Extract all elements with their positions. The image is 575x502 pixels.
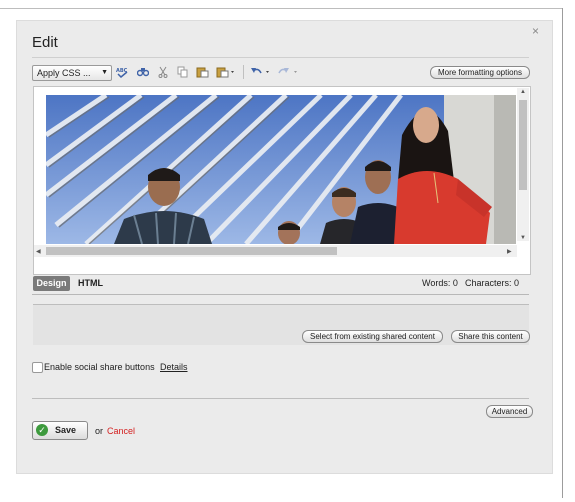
social-share-label: Enable social share buttons	[44, 362, 155, 372]
redo-icon[interactable]	[278, 66, 300, 78]
share-content-button[interactable]: Share this content	[451, 330, 530, 343]
toolbar-separator	[243, 65, 244, 79]
social-share-checkbox[interactable]	[32, 362, 43, 373]
more-formatting-button[interactable]: More formatting options	[430, 66, 530, 79]
checkmark-icon: ✓	[36, 424, 48, 436]
spellcheck-icon[interactable]: ABC	[116, 66, 129, 79]
advanced-button[interactable]: Advanced	[486, 405, 533, 418]
mode-divider	[32, 294, 529, 295]
cut-icon[interactable]	[158, 66, 168, 78]
title-divider	[32, 57, 529, 58]
editor-image[interactable]	[46, 95, 516, 244]
find-icon[interactable]	[136, 66, 150, 78]
css-style-select[interactable]: Apply CSS ... ▼	[32, 65, 112, 81]
css-style-select-value: Apply CSS ...	[37, 68, 91, 78]
dialog-title: Edit	[32, 34, 58, 51]
top-divider	[0, 8, 562, 9]
character-count: Characters: 0	[465, 278, 520, 288]
paste-icon[interactable]	[196, 66, 209, 78]
copy-icon[interactable]	[177, 66, 189, 78]
close-icon[interactable]: ×	[532, 24, 539, 38]
scroll-up-icon[interactable]: ▲	[520, 89, 526, 95]
save-button[interactable]: ✓ Save	[32, 421, 88, 440]
tab-design[interactable]: Design	[33, 276, 70, 291]
select-shared-content-button[interactable]: Select from existing shared content	[302, 330, 443, 343]
undo-icon[interactable]	[250, 66, 272, 78]
scroll-right-icon[interactable]: ▶	[507, 248, 512, 255]
tab-html[interactable]: HTML	[78, 276, 103, 291]
scroll-down-icon[interactable]: ▼	[520, 235, 526, 241]
paste-special-icon[interactable]	[216, 66, 236, 78]
editor-horizontal-scroll-thumb[interactable]	[46, 247, 337, 255]
cancel-link[interactable]: Cancel	[107, 426, 135, 436]
save-label: Save	[55, 425, 77, 435]
footer-divider	[32, 398, 529, 399]
word-count: Words: 0	[422, 278, 458, 288]
chevron-down-icon: ▼	[101, 69, 108, 76]
scroll-left-icon[interactable]: ◀	[36, 248, 41, 255]
or-text: or	[95, 426, 104, 436]
right-divider	[562, 8, 563, 498]
editor-vertical-scroll-thumb[interactable]	[519, 100, 527, 190]
details-link[interactable]: Details	[160, 361, 188, 373]
